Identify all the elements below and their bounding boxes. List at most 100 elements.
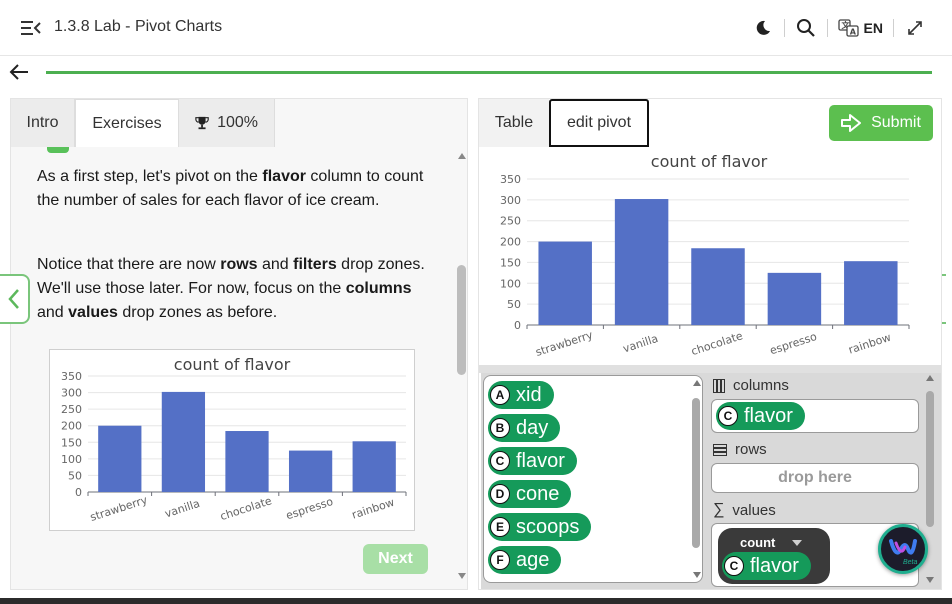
- columns-field-pill[interactable]: C flavor: [716, 402, 805, 430]
- sigma-icon: ∑: [713, 501, 725, 518]
- y-tick-label: 150: [500, 256, 521, 269]
- prev-exercise-button[interactable]: [0, 274, 30, 324]
- assistant-logo-icon: [889, 539, 917, 555]
- expand-icon: [908, 21, 922, 35]
- exercise-marker: [47, 147, 69, 153]
- field-pill-age[interactable]: Fage: [488, 546, 562, 574]
- assistant-button[interactable]: Beta: [878, 524, 928, 574]
- field-letter: A: [490, 385, 510, 405]
- lesson-progress-bar: [46, 71, 932, 74]
- field-letter: B: [490, 418, 510, 438]
- field-letter: C: [490, 451, 510, 471]
- x-tick-label: vanilla: [163, 497, 201, 521]
- y-tick-label: 300: [61, 387, 82, 400]
- back-arrow-icon[interactable]: [8, 62, 30, 82]
- instruction-paragraph-1: As a first step, let's pivot on the flav…: [37, 168, 424, 209]
- toolbar-divider: [783, 19, 785, 37]
- y-tick-label: 50: [68, 469, 82, 482]
- field-name: xid: [516, 383, 542, 406]
- bar-espresso: [767, 272, 822, 325]
- tab-table[interactable]: Table: [479, 99, 549, 147]
- bar-rainbow: [844, 261, 898, 325]
- scroll-up-icon[interactable]: [458, 153, 466, 159]
- bar-strawberry: [98, 425, 142, 492]
- y-tick-label: 200: [61, 420, 82, 433]
- values-field-pill[interactable]: C flavor: [722, 552, 811, 580]
- submit-button[interactable]: Submit: [829, 105, 933, 141]
- toolbar-divider: [826, 19, 828, 37]
- columns-drop-zone[interactable]: C flavor: [711, 399, 919, 433]
- search-button[interactable]: [789, 14, 823, 42]
- field-pill-cone[interactable]: Dcone: [488, 480, 572, 508]
- bar-chocolate: [691, 248, 745, 325]
- y-tick-label: 250: [500, 215, 521, 228]
- x-tick-label: chocolate: [219, 494, 274, 523]
- pivot-editor: Axid Bday Cflavor Dcone Escoops Fage columns …: [481, 373, 941, 589]
- next-button[interactable]: Next: [363, 544, 428, 574]
- y-tick-label: 100: [500, 277, 521, 290]
- field-pill-flavor[interactable]: Cflavor: [488, 447, 577, 475]
- tab-score[interactable]: 100%: [179, 99, 275, 147]
- bar-vanilla: [161, 391, 206, 492]
- menu-collapse-icon[interactable]: [20, 19, 42, 37]
- scroll-down-icon[interactable]: [926, 577, 934, 583]
- field-name: age: [516, 548, 550, 571]
- scroll-thumb[interactable]: [692, 398, 700, 548]
- rows-label: rows: [735, 441, 767, 458]
- y-tick-label: 200: [500, 236, 521, 249]
- rows-drop-zone[interactable]: drop here: [711, 463, 919, 493]
- tab-exercises[interactable]: Exercises: [75, 99, 179, 147]
- submit-arrow-icon: [841, 114, 862, 132]
- field-pill-xid[interactable]: Axid: [488, 381, 554, 409]
- fields-scrollbar[interactable]: [690, 378, 702, 580]
- language-selector[interactable]: 文 A EN: [832, 18, 889, 38]
- scroll-down-icon[interactable]: [458, 573, 466, 579]
- panel-splitter[interactable]: [479, 365, 941, 373]
- y-tick-label: 300: [500, 194, 521, 207]
- pivot-chart-svg: count of flavor 0 50 100 150 200 250 300 350 stra…: [500, 152, 910, 359]
- toolbar-divider: [893, 19, 894, 37]
- scroll-thumb[interactable]: [926, 391, 934, 527]
- bar-strawberry: [538, 241, 592, 325]
- scroll-down-icon[interactable]: [693, 572, 701, 578]
- values-zone-header: ∑ values: [713, 501, 776, 519]
- y-tick-label: 50: [507, 298, 521, 311]
- field-name: day: [516, 416, 549, 439]
- x-tick-label: espresso: [768, 330, 819, 358]
- scroll-thumb[interactable]: [457, 265, 466, 375]
- top-bar: 1.3.8 Lab - Pivot Charts 文 A EN: [0, 0, 952, 56]
- trophy-icon: [195, 116, 209, 130]
- x-tick-label: rainbow: [350, 496, 396, 522]
- rows-drop-placeholder: drop here: [778, 469, 852, 486]
- fields-list: Axid Bday Cflavor Dcone Escoops Fage: [483, 375, 703, 583]
- field-name: flavor: [744, 404, 793, 427]
- dark-mode-toggle[interactable]: [746, 14, 780, 42]
- y-tick-label: 0: [514, 319, 521, 332]
- columns-label: columns: [733, 377, 789, 394]
- field-pill-scoops[interactable]: Escoops: [488, 513, 592, 541]
- scroll-up-icon[interactable]: [693, 380, 701, 386]
- x-tick-label: vanilla: [621, 332, 659, 356]
- y-tick-label: 350: [61, 370, 82, 383]
- tab-edit-pivot[interactable]: edit pivot: [549, 99, 649, 147]
- field-pill-day[interactable]: Bday: [488, 414, 561, 442]
- aggregation-dropdown-icon[interactable]: [792, 540, 802, 546]
- bottom-strip: [0, 598, 952, 604]
- moon-icon: [756, 20, 770, 35]
- score-label: 100%: [217, 114, 258, 131]
- chevron-left-icon: [8, 289, 19, 309]
- instructions-scrollbar[interactable]: [455, 147, 469, 585]
- aggregation-card: count C flavor: [718, 528, 830, 584]
- field-name: cone: [516, 482, 560, 505]
- chart-title: count of flavor: [174, 355, 291, 374]
- bar-rainbow: [352, 441, 396, 492]
- tab-intro[interactable]: Intro: [11, 99, 75, 147]
- x-tick-label: chocolate: [690, 329, 745, 358]
- field-name: scoops: [516, 515, 580, 538]
- fullscreen-button[interactable]: [898, 14, 932, 42]
- scroll-up-icon[interactable]: [926, 375, 934, 381]
- chart-title: count of flavor: [651, 152, 768, 171]
- rows-icon: [713, 443, 727, 456]
- top-toolbar: 文 A EN: [746, 14, 932, 42]
- x-tick-label: espresso: [284, 495, 335, 523]
